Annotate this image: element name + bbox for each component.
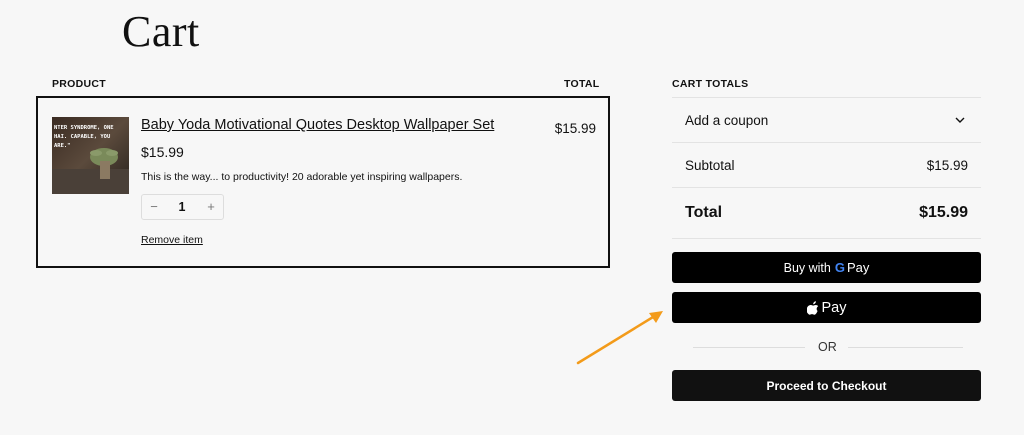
coupon-toggle[interactable]: Add a coupon bbox=[672, 98, 981, 142]
or-divider-left bbox=[693, 347, 805, 348]
subtotal-label: Subtotal bbox=[685, 158, 735, 173]
product-column-header: PRODUCT bbox=[52, 78, 107, 90]
google-pay-prefix: Buy with bbox=[783, 260, 831, 275]
divider bbox=[672, 142, 981, 143]
apple-pay-label: Pay bbox=[821, 299, 847, 316]
cart-item: NTER SYNDROME, ONE HAI. CAPABLE, YOU ARE… bbox=[36, 96, 610, 268]
product-description: This is the way... to productivity! 20 a… bbox=[141, 171, 463, 183]
apple-pay-button[interactable]: Pay bbox=[672, 292, 981, 323]
divider bbox=[672, 238, 981, 239]
subtotal-value: $15.99 bbox=[926, 158, 968, 173]
quantity-input[interactable]: 1 bbox=[170, 195, 194, 219]
minus-icon[interactable]: − bbox=[142, 195, 166, 219]
proceed-to-checkout-button[interactable]: Proceed to Checkout bbox=[672, 370, 981, 401]
quantity-stepper: − 1 + bbox=[141, 194, 224, 220]
google-pay-label: Pay bbox=[846, 260, 870, 275]
total-column-header: TOTAL bbox=[564, 78, 600, 90]
total-label: Total bbox=[685, 204, 723, 221]
chevron-down-icon bbox=[955, 117, 965, 123]
total-value: $15.99 bbox=[919, 204, 968, 221]
product-thumbnail[interactable]: NTER SYNDROME, ONE HAI. CAPABLE, YOU ARE… bbox=[52, 117, 129, 194]
or-label: OR bbox=[818, 340, 837, 354]
cart-totals-header: CART TOTALS bbox=[672, 78, 749, 90]
product-price: $15.99 bbox=[141, 144, 184, 160]
google-pay-button[interactable]: Buy with G Pay bbox=[672, 252, 981, 283]
checkout-label: Proceed to Checkout bbox=[766, 378, 887, 393]
remove-item-link[interactable]: Remove item bbox=[141, 234, 203, 246]
annotation-arrow-icon bbox=[576, 311, 663, 365]
product-name-link[interactable]: Baby Yoda Motivational Quotes Desktop Wa… bbox=[141, 117, 494, 133]
line-total: $15.99 bbox=[554, 121, 596, 136]
or-divider-right bbox=[848, 347, 963, 348]
page-title: Cart bbox=[122, 7, 200, 56]
coupon-label: Add a coupon bbox=[685, 113, 769, 128]
divider bbox=[672, 187, 981, 188]
google-g-icon: G bbox=[834, 260, 845, 275]
apple-icon bbox=[806, 300, 818, 315]
plus-icon[interactable]: + bbox=[199, 195, 223, 219]
thumbnail-caption: NTER SYNDROME, ONE HAI. CAPABLE, YOU ARE… bbox=[54, 125, 114, 149]
